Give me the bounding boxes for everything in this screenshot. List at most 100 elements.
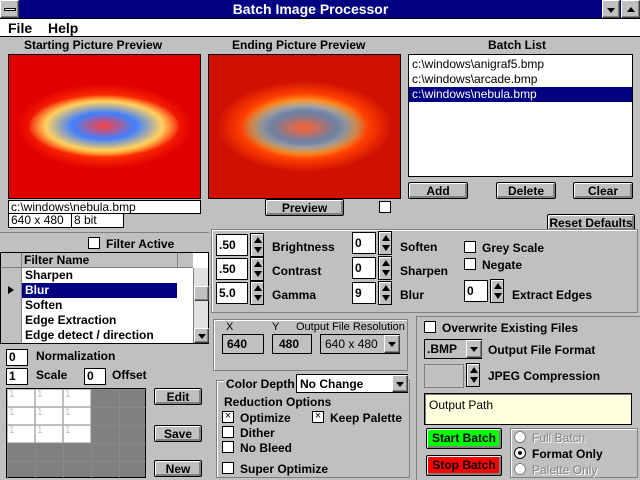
color-depth-label: Color Depth [224, 377, 297, 391]
delete-button[interactable]: Delete [496, 182, 556, 199]
matrix-cell[interactable]: 1 [7, 425, 35, 443]
offset-input[interactable]: 0 [84, 368, 106, 385]
no-bleed-checkbox[interactable] [222, 441, 234, 453]
batch-list[interactable]: c:\windows\anigraf5.bmp c:\windows\arcad… [408, 54, 633, 177]
color-depth-select[interactable]: No Change [296, 374, 408, 393]
scroll-down-icon [198, 334, 206, 339]
full-batch-radio[interactable] [514, 431, 526, 443]
resolution-title: Output File Resolution [296, 321, 405, 333]
overwrite-checkbox[interactable] [424, 321, 436, 333]
edit-button[interactable]: Edit [154, 388, 202, 405]
chevron-down-icon [388, 342, 396, 347]
super-optimize-label: Super Optimize [240, 462, 329, 476]
blur-spinner[interactable] [378, 281, 392, 305]
extract-edges-spinner[interactable] [490, 279, 504, 303]
system-menu-button[interactable] [0, 0, 19, 18]
negate-checkbox[interactable] [464, 258, 476, 270]
color-depth-dropdown-button[interactable] [392, 375, 408, 392]
super-optimize-checkbox[interactable] [222, 462, 234, 474]
preview-button[interactable]: Preview [265, 199, 344, 216]
jpeg-input[interactable] [424, 364, 464, 388]
x-label: X [226, 321, 234, 333]
list-item[interactable]: c:\windows\nebula.bmp [409, 87, 632, 102]
table-row[interactable]: Sharpen [22, 268, 177, 283]
table-row[interactable]: Edge Extraction [22, 313, 177, 328]
scroll-thumb[interactable] [194, 286, 209, 301]
gamma-label: Gamma [272, 288, 317, 302]
optimize-label: Optimize [240, 411, 291, 425]
overwrite-label: Overwrite Existing Files [442, 321, 579, 335]
jpeg-spinner[interactable] [466, 363, 480, 387]
keep-palette-checkbox[interactable]: × [312, 411, 324, 423]
filter-matrix[interactable]: 1 1 1 1 1 1 1 1 1 [6, 388, 147, 479]
y-input[interactable]: 480 [272, 334, 312, 354]
scale-input[interactable]: 1 [6, 368, 28, 385]
maximize-icon [627, 7, 635, 12]
matrix-cell[interactable]: 1 [7, 389, 35, 407]
new-button[interactable]: New [154, 460, 202, 477]
table-row[interactable]: Edge detect / direction [22, 328, 177, 343]
output-path-field[interactable]: Output Path [424, 393, 632, 425]
current-row-arrow-icon [8, 286, 14, 294]
dither-checkbox[interactable] [222, 426, 234, 438]
extract-edges-input[interactable]: 0 [464, 280, 488, 302]
list-item[interactable]: c:\windows\anigraf5.bmp [409, 57, 632, 72]
sharpen-spinner[interactable] [378, 256, 392, 280]
filter-list-scrollbar[interactable] [193, 268, 209, 343]
filter-active-label: Filter Active [106, 237, 175, 251]
resolution-dropdown-button[interactable] [384, 335, 400, 353]
minimize-button[interactable] [602, 0, 620, 18]
matrix-cell[interactable]: 1 [63, 389, 91, 407]
format-dropdown-button[interactable] [466, 340, 482, 358]
format-only-radio[interactable] [514, 447, 526, 459]
start-batch-button[interactable]: Start Batch [426, 428, 502, 449]
filename-field: c:\windows\nebula.bmp [8, 200, 201, 214]
radio-dot-icon [518, 451, 522, 455]
add-button[interactable]: Add [408, 182, 468, 199]
end-preview-label: Ending Picture Preview [232, 38, 366, 52]
filter-active-checkbox[interactable] [88, 237, 100, 249]
format-value: .BMP [427, 342, 457, 356]
sharpen-input[interactable]: 0 [352, 257, 376, 279]
clear-button[interactable]: Clear [573, 182, 633, 199]
chevron-down-icon [396, 382, 404, 387]
matrix-cell[interactable]: 1 [63, 425, 91, 443]
preview-checkbox[interactable] [379, 201, 391, 213]
blur-input[interactable]: 9 [352, 282, 376, 304]
menu-help[interactable]: Help [48, 20, 78, 36]
offset-label: Offset [112, 368, 147, 382]
contrast-spinner[interactable] [250, 257, 264, 281]
matrix-cell[interactable]: 1 [63, 407, 91, 425]
brightness-input[interactable]: .50 [216, 234, 248, 256]
matrix-cell[interactable]: 1 [35, 425, 63, 443]
brightness-spinner[interactable] [250, 233, 264, 257]
extract-edges-label: Extract Edges [512, 288, 593, 302]
x-input[interactable]: 640 [222, 334, 264, 354]
gamma-input[interactable]: 5.0 [216, 282, 248, 304]
matrix-cell[interactable]: 1 [7, 407, 35, 425]
filter-list[interactable]: Filter Name Sharpen Blur Soften Edge Ext… [0, 252, 209, 344]
output-format-label: Output File Format [488, 343, 596, 357]
table-row[interactable]: Soften [22, 298, 177, 313]
optimize-checkbox[interactable]: × [222, 411, 234, 423]
table-row[interactable]: Blur [22, 283, 177, 298]
stop-batch-button[interactable]: Stop Batch [426, 455, 502, 476]
resolution-value: 640 x 480 [325, 337, 378, 351]
grey-scale-checkbox[interactable] [464, 241, 476, 253]
matrix-cell[interactable]: 1 [35, 389, 63, 407]
save-button[interactable]: Save [154, 425, 202, 442]
palette-only-radio[interactable] [514, 463, 526, 475]
contrast-input[interactable]: .50 [216, 258, 248, 280]
soften-spinner[interactable] [378, 231, 392, 255]
normalization-input[interactable]: 0 [6, 349, 28, 366]
resolution-select[interactable]: 640 x 480 [320, 334, 400, 354]
list-item[interactable]: c:\windows\arcade.bmp [409, 72, 632, 87]
reduction-options-label: Reduction Options [224, 395, 332, 409]
gamma-spinner[interactable] [250, 281, 264, 305]
format-select[interactable]: .BMP [424, 339, 482, 359]
menu-file[interactable]: File [8, 20, 32, 36]
matrix-cell[interactable]: 1 [35, 407, 63, 425]
maximize-button[interactable] [621, 0, 640, 18]
soften-input[interactable]: 0 [352, 232, 376, 254]
scroll-down-button[interactable] [194, 328, 209, 343]
